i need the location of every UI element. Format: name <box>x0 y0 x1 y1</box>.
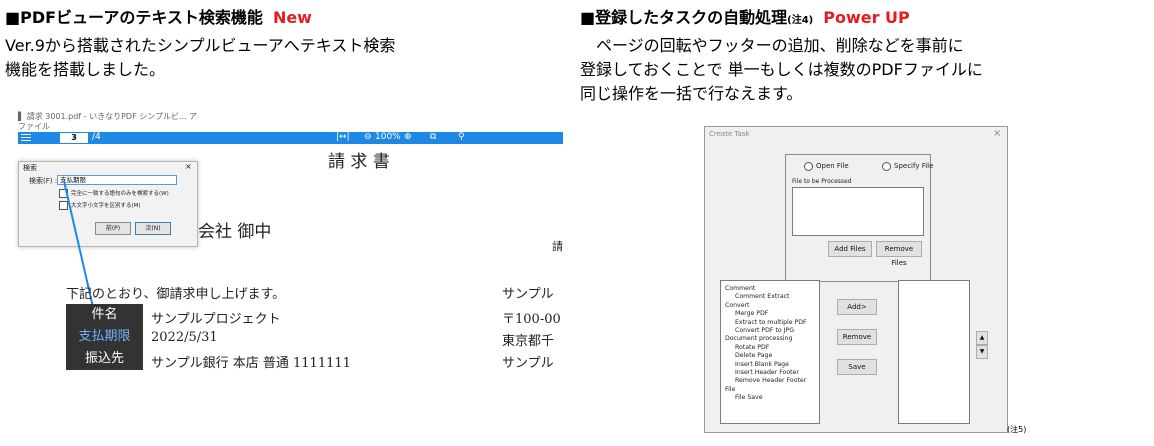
tree-task-item[interactable]: Delete Page <box>735 352 772 359</box>
tree-task-item[interactable]: Convert PDF to JPG <box>735 327 794 334</box>
viewer-menu-file[interactable]: ファイル <box>18 121 50 132</box>
right-body-line3: 同じ操作を一括で行なえます。 <box>580 84 803 103</box>
left-title-text: ■PDFビューアのテキスト検索機能 <box>5 8 263 27</box>
sender-address: 東京都千 <box>502 334 555 349</box>
tree-task-item[interactable]: Remove Header Footer <box>735 377 806 384</box>
label-due-date-highlighted: 支払期限 <box>66 326 143 348</box>
open-file-label: Open File <box>816 162 849 170</box>
hamburger-menu-icon[interactable] <box>21 134 31 142</box>
label-subject: 件名 <box>66 304 143 326</box>
search-field-label: 検索(F) : <box>29 177 58 185</box>
new-badge: New <box>272 8 312 27</box>
tree-category-item[interactable]: Comment <box>725 285 755 292</box>
viewer-toolbar: 3 /4 |↔| ⊖ 100% ⊕ ⧉ ⚲ <box>18 132 563 144</box>
power-up-badge: Power UP <box>823 8 910 27</box>
tree-task-item[interactable]: Insert Header Footer <box>735 369 799 376</box>
tree-task-item[interactable]: Insert Blank Page <box>735 361 789 368</box>
right-body-line1: ページの回転やフッターの追加、削除などを事前に <box>596 36 964 55</box>
tree-task-item[interactable]: File Save <box>735 394 763 401</box>
selected-tasks-list[interactable] <box>898 280 970 424</box>
zoom-in-icon[interactable]: ⊕ <box>404 132 412 142</box>
zoom-out-icon[interactable]: ⊖ <box>364 132 372 142</box>
search-dialog-title: 検索 <box>23 164 37 172</box>
sender-postal: 〒100-00 <box>502 312 561 327</box>
file-to-process-label: File to be Processed <box>792 178 852 185</box>
value-subject: サンプルプロジェクト <box>151 312 281 327</box>
specify-file-radio[interactable] <box>882 162 891 171</box>
cut-off-text: 請 <box>552 240 563 253</box>
zoom-level[interactable]: 100% <box>375 132 401 142</box>
sender-name: サンプル <box>502 287 554 302</box>
right-title-text: ■登録したタスクの自動処理 <box>580 8 788 27</box>
left-body-line2: 機能を搭載しました。 <box>5 60 166 79</box>
open-file-radio[interactable] <box>804 162 813 171</box>
invoice-title: 請 求 書 <box>328 152 390 172</box>
left-body-line1: Ver.9から搭載されたシンプルビューアへテキスト検索 <box>5 36 396 55</box>
fit-width-icon[interactable]: |↔| <box>336 132 350 142</box>
page-number-input[interactable]: 3 <box>60 133 88 143</box>
remove-files-button[interactable]: Remove Files <box>876 241 922 267</box>
remove-task-button[interactable]: Remove <box>837 329 877 345</box>
tree-task-item[interactable]: Comment Extract <box>735 293 789 300</box>
create-task-dialog: Create Task × Open File Specify File Fil… <box>704 126 1008 433</box>
search-icon[interactable]: ⚲ <box>458 132 465 142</box>
add-files-button[interactable]: Add Files <box>828 241 872 257</box>
move-up-button[interactable]: ▲ <box>976 331 988 345</box>
tree-category-item[interactable]: File <box>725 386 735 393</box>
move-down-button[interactable]: ▼ <box>976 345 988 359</box>
page-layout-icon[interactable]: ⧉ <box>430 132 436 142</box>
add-task-button[interactable]: Add> <box>837 299 877 315</box>
tree-task-item[interactable]: Merge PDF <box>735 310 768 317</box>
value-payee: サンプル銀行 本店 普通 1111111 <box>151 356 351 371</box>
tree-task-item[interactable]: Extract to multiple PDF <box>735 319 807 326</box>
close-icon[interactable]: × <box>993 128 1001 139</box>
invoice-label-column: 件名 支払期限 振込先 <box>66 304 143 370</box>
specify-file-label: Specify File <box>894 162 934 170</box>
file-listbox[interactable] <box>792 187 924 236</box>
dialog-title: Create Task <box>709 130 750 138</box>
footnote-ref-5: (注5) <box>1007 425 1027 434</box>
left-section-title: ■PDFビューアのテキスト検索機能 New <box>5 4 312 28</box>
sender-company: サンプル <box>502 356 554 371</box>
next-button[interactable]: 次(N) <box>135 222 171 235</box>
label-payee: 振込先 <box>66 348 143 370</box>
invoice-intro: 下記のとおり、御請求申し上げます。 <box>66 287 286 302</box>
tree-category-item[interactable]: Convert <box>725 302 749 309</box>
value-due-date: 2022/5/31 <box>151 330 218 345</box>
company-name: 会社 御中 <box>198 222 272 242</box>
page-total: /4 <box>92 132 101 142</box>
right-body-line2: 登録しておくことで 単一もしくは複数のPDFファイルに <box>580 60 983 79</box>
file-group: Open File Specify File File to be Proces… <box>785 154 934 282</box>
tree-category-item[interactable]: Document processing <box>725 335 792 342</box>
close-icon[interactable]: × <box>185 162 192 171</box>
task-tree[interactable]: Comment Comment Extract Convert Merge PDF Ex… <box>720 280 820 424</box>
viewer-screenshot: ▌ 請求 3001.pdf - いきなりPDF シンプルビ... ア ファイル … <box>18 111 563 401</box>
right-section-title: ■登録したタスクの自動処理(注4) Power UP <box>580 4 910 28</box>
tree-task-item[interactable]: Rotate PDF <box>735 344 769 351</box>
footnote-ref-4: (注4) <box>787 15 814 26</box>
save-task-button[interactable]: Save <box>837 359 877 375</box>
